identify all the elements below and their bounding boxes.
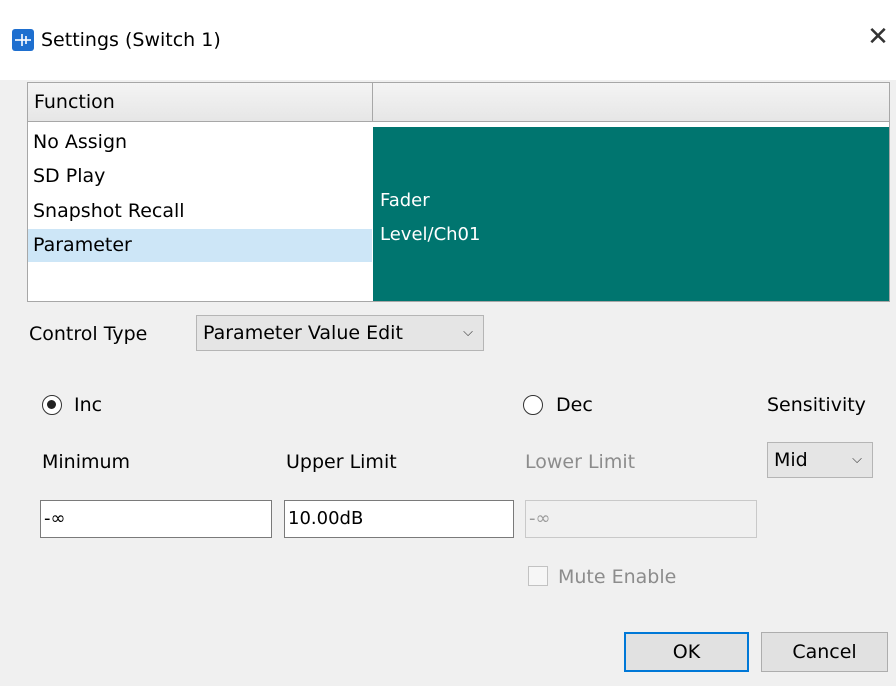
inc-radio[interactable] [42,395,62,415]
app-switch-icon [12,29,34,51]
window-title: Settings (Switch 1) [41,29,221,51]
control-type-label: Control Type [29,323,148,345]
inc-label[interactable]: Inc [74,392,102,418]
dec-label[interactable]: Dec [556,392,593,418]
parameter-detail-line1: Fader [380,190,430,211]
mute-enable-checkbox [528,566,548,586]
chevron-down-icon: ⌵ [852,452,862,467]
sensitivity-value: Mid [774,449,808,471]
parameter-detail-line2: Level/Ch01 [380,224,481,245]
detail-column-header[interactable] [372,82,890,122]
sensitivity-label: Sensitivity [767,394,866,416]
function-list: No Assign SD Play Snapshot Recall Parame… [28,122,372,301]
mute-enable-label: Mute Enable [558,566,677,588]
minimum-field[interactable]: -∞ [40,500,272,538]
function-column-header[interactable]: Function [27,82,373,122]
minimum-label: Minimum [42,451,131,473]
list-item-sd-play[interactable]: SD Play [28,160,372,193]
cancel-button[interactable]: Cancel [761,632,888,672]
upper-limit-field[interactable]: 10.00dB [284,500,514,538]
parameter-detail-panel[interactable] [373,127,889,301]
close-icon[interactable]: ✕ [863,22,893,52]
ok-button[interactable]: OK [624,632,749,672]
dec-radio[interactable] [523,395,543,415]
lower-limit-label: Lower Limit [525,451,636,473]
chevron-down-icon: ⌵ [463,325,473,340]
upper-limit-label: Upper Limit [286,451,397,473]
control-type-select[interactable]: Parameter Value Edit ⌵ [196,315,484,351]
lower-limit-field: -∞ [525,500,757,538]
radio-selected-dot [47,400,56,409]
sensitivity-select[interactable]: Mid ⌵ [767,442,873,478]
list-item-snapshot-recall[interactable]: Snapshot Recall [28,195,372,228]
list-item-no-assign[interactable]: No Assign [28,126,372,159]
list-item-parameter[interactable]: Parameter [28,229,372,262]
control-type-value: Parameter Value Edit [203,322,403,344]
